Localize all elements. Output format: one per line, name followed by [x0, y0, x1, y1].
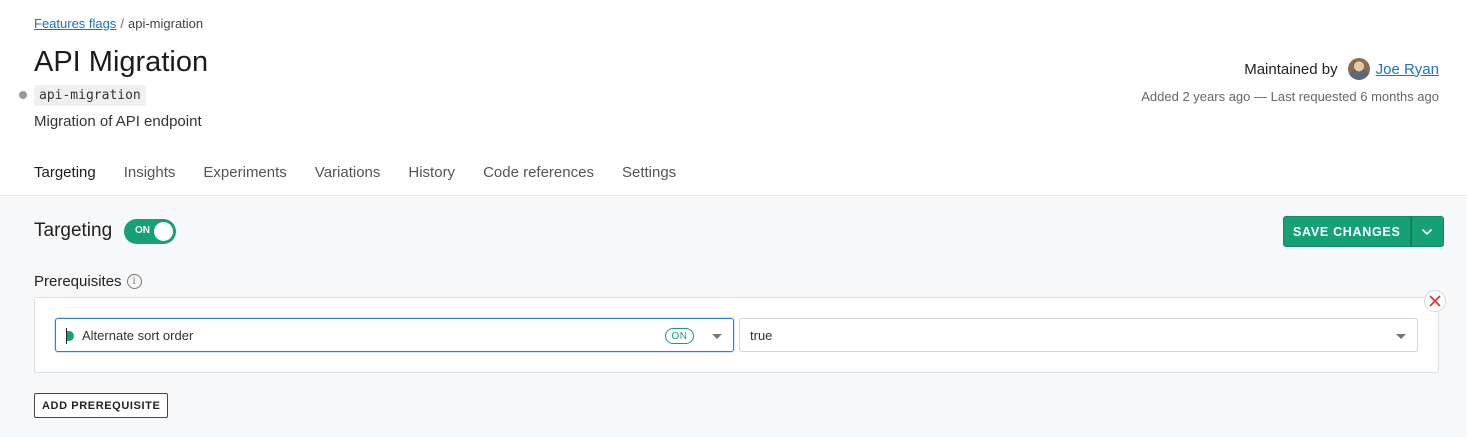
flag-status-dot [19, 91, 27, 99]
breadcrumb: Features flags / api-migration [34, 16, 203, 31]
breadcrumb-link-feature-flags[interactable]: Features flags [34, 16, 116, 31]
text-cursor [66, 328, 67, 344]
prerequisite-row: Alternate sort order ON true [34, 297, 1439, 373]
tab-code-references[interactable]: Code references [483, 164, 594, 191]
info-icon[interactable]: i [126, 274, 142, 289]
tab-settings[interactable]: Settings [622, 164, 676, 191]
save-button-group: SAVE CHANGES [1283, 216, 1444, 247]
flag-timestamps: Added 2 years ago — Last requested 6 mon… [1141, 89, 1439, 104]
prerequisite-variation-value: true [750, 328, 773, 343]
targeting-heading: Targeting [34, 220, 113, 241]
close-icon [1429, 295, 1441, 307]
prerequisite-variation-select[interactable]: true [739, 318, 1418, 352]
flag-status-badge: ON [665, 328, 694, 344]
avatar [1347, 58, 1370, 80]
toggle-knob [154, 222, 173, 241]
breadcrumb-current: api-migration [128, 16, 204, 31]
targeting-panel: Targeting ON SAVE CHANGES Prerequisites … [0, 197, 1467, 437]
add-prerequisite-button[interactable]: ADD PREREQUISITE [34, 393, 169, 418]
save-changes-button[interactable]: SAVE CHANGES [1283, 216, 1411, 247]
maintainer: Maintained by Joe Ryan [1244, 58, 1439, 80]
tab-bar: Targeting Insights Experiments Variation… [34, 164, 704, 191]
chevron-down-icon[interactable] [712, 334, 722, 339]
prerequisites-heading: Prerequisites i [34, 273, 142, 290]
breadcrumb-separator: / [120, 16, 124, 31]
flag-header: Features flags / api-migration API Migrati… [0, 0, 1467, 196]
tab-experiments[interactable]: Experiments [203, 164, 286, 191]
tab-variations[interactable]: Variations [315, 164, 381, 191]
maintainer-link[interactable]: Joe Ryan [1376, 61, 1439, 78]
page-title: API Migration [34, 46, 209, 78]
flag-key: api-migration [34, 85, 146, 106]
prerequisite-flag-name: Alternate sort order [82, 328, 194, 343]
tab-insights[interactable]: Insights [124, 164, 176, 191]
targeting-toggle[interactable]: ON [124, 219, 176, 244]
prerequisites-label: Prerequisites [34, 273, 122, 290]
toggle-label: ON [135, 225, 150, 236]
save-options-button[interactable] [1410, 216, 1444, 247]
flag-description: Migration of API endpoint [34, 113, 202, 130]
maintained-by-label: Maintained by [1244, 60, 1338, 78]
remove-prerequisite-button[interactable] [1424, 290, 1446, 312]
prerequisite-flag-select[interactable]: Alternate sort order ON [55, 318, 734, 352]
tab-targeting[interactable]: Targeting [34, 164, 96, 191]
chevron-down-icon [1421, 228, 1433, 235]
chevron-down-icon[interactable] [1396, 334, 1406, 339]
tab-history[interactable]: History [408, 164, 455, 191]
flag-on-indicator-icon [66, 331, 74, 341]
